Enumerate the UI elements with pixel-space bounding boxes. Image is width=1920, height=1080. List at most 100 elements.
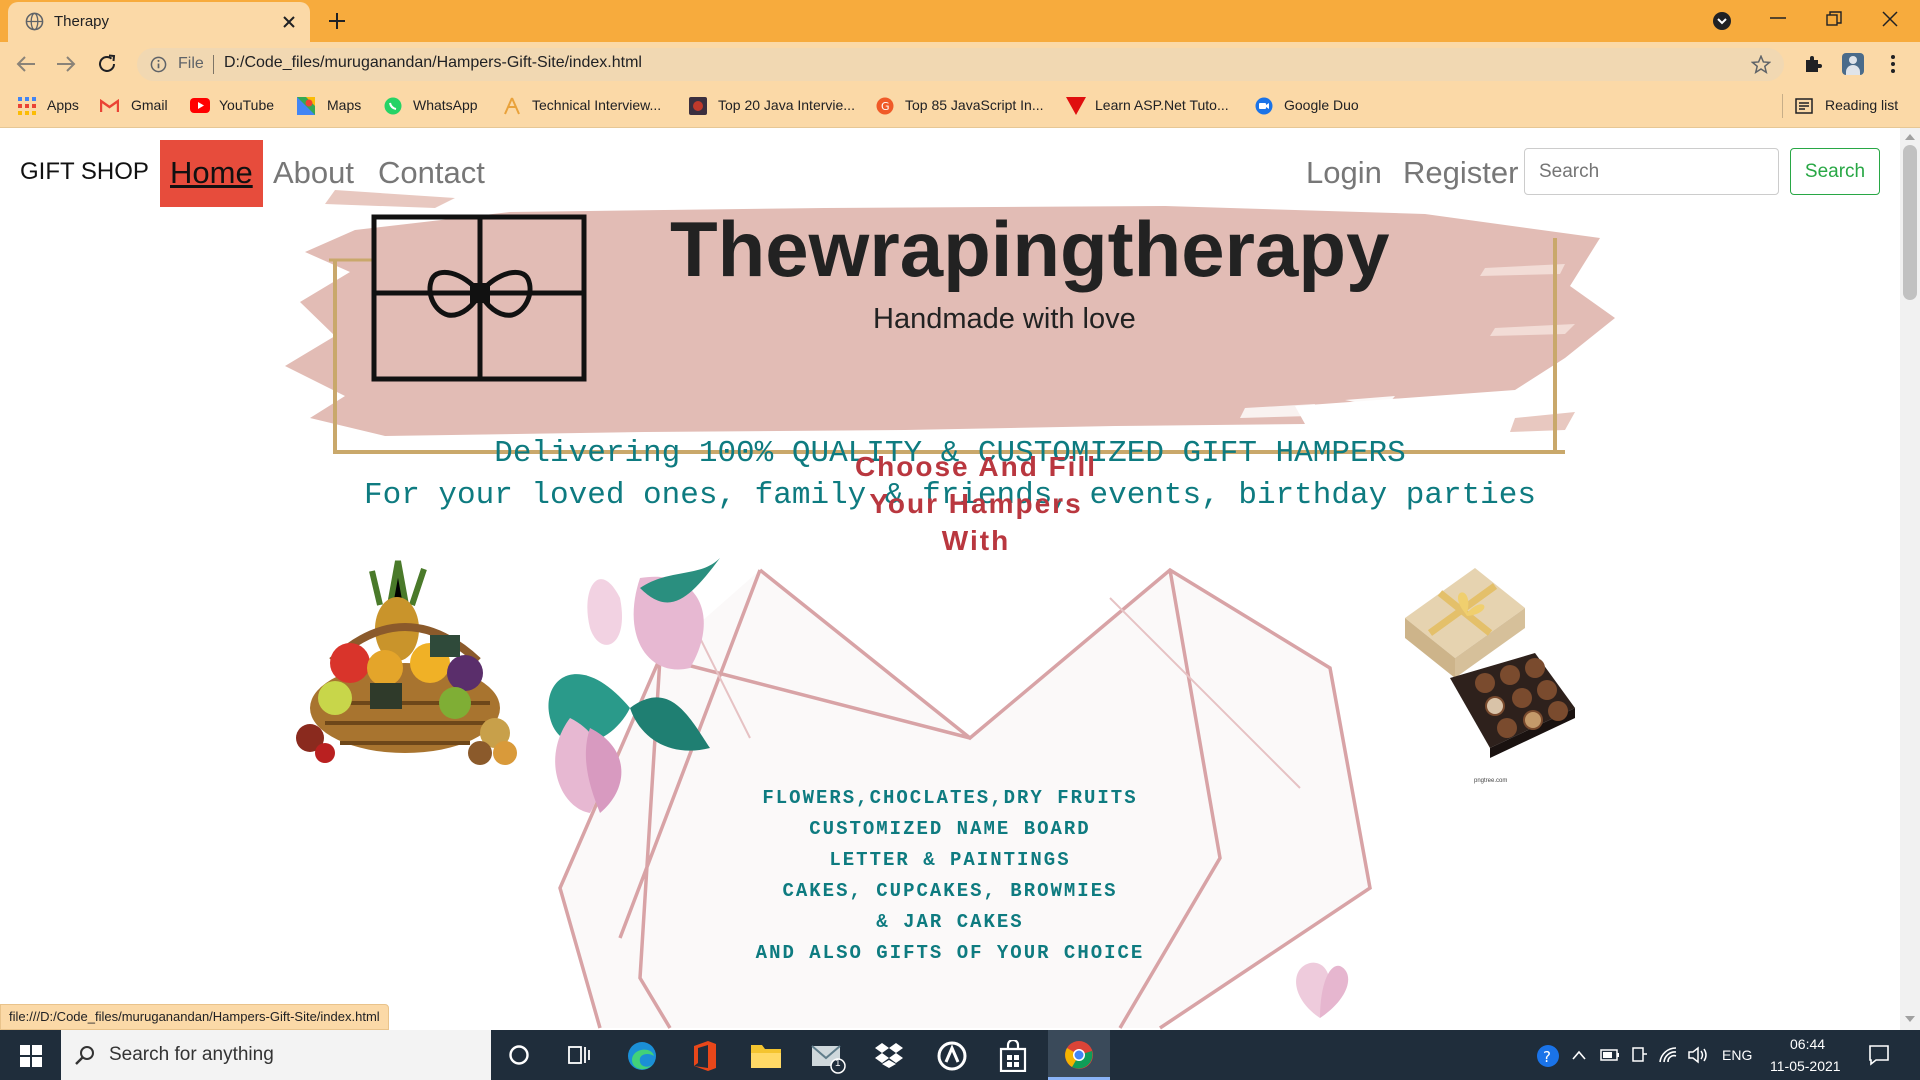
info-icon[interactable] [150,56,167,73]
search-button[interactable]: Search [1790,148,1880,195]
menu-kebab-icon[interactable] [1890,54,1896,74]
bookmark-google-duo[interactable]: Google Duo [1255,94,1375,118]
bookmark-label: Apps [47,97,79,113]
app-circle-icon[interactable] [936,1040,968,1072]
cortana-icon[interactable] [508,1044,530,1066]
back-arrow-icon[interactable] [16,55,36,73]
magnolia-flower-image [548,558,720,813]
bookmark-star-icon[interactable] [1751,55,1771,74]
bookmark-gmail[interactable]: Gmail [100,94,180,118]
chrome-icon [1065,1041,1093,1069]
hamper-items-list: FLOWERS,CHOCLATES,DRY FRUITS CUSTOMIZED … [650,783,1250,969]
hamper-heading-line: With [941,525,1011,556]
fruit-basket-image [296,560,517,765]
hamper-heading-line: Choose And Fill [854,451,1098,482]
volume-icon[interactable] [1688,1046,1710,1064]
scroll-up-arrow-icon[interactable] [1905,133,1915,140]
tab-close-icon[interactable] [282,15,296,29]
office-icon[interactable] [690,1040,718,1072]
bookmark-whatsapp[interactable]: WhatsApp [384,94,494,118]
bookmark-java-interview[interactable]: Top 20 Java Intervie... [689,94,869,118]
bookmark-site-icon [689,97,707,115]
search-button-label: Search [1804,161,1866,182]
store-bag-icon[interactable] [998,1040,1028,1072]
bookmark-label: YouTube [219,97,275,113]
scrollbar-thumb[interactable] [1903,145,1917,300]
address-bar[interactable]: File D:/Code_files/muruganandan/Hampers-… [137,48,1784,81]
page-viewport: Thewrapingtherapy Handmade with love GIF… [0,128,1900,1030]
restore-icon[interactable] [1826,11,1842,27]
list-item: FLOWERS,CHOCLATES,DRY FRUITS [762,787,1138,809]
wifi-icon[interactable] [1658,1046,1678,1064]
nav-about[interactable]: About [273,155,354,191]
tray-chevron-up-icon[interactable] [1572,1050,1586,1060]
window-close-icon[interactable] [1882,11,1898,27]
apps-grid-icon [18,97,36,115]
notifications-icon[interactable] [1868,1044,1890,1066]
bookmark-site-icon: G [876,97,894,115]
url-text[interactable]: D:/Code_files/muruganandan/Hampers-Gift-… [224,54,642,72]
bookmark-label: Top 85 JavaScript In... [905,97,1044,113]
edge-browser-icon[interactable] [626,1040,658,1072]
device-icon[interactable] [1630,1046,1648,1064]
bookmark-learn-aspnet[interactable]: Learn ASP.Net Tuto... [1066,94,1236,118]
google-duo-icon [1255,97,1273,115]
taskbar-search-box[interactable]: Search for anything [61,1030,491,1080]
bookmark-label: Technical Interview... [532,97,662,113]
reload-icon[interactable] [97,54,117,74]
nav-home-active[interactable]: Home [160,140,263,207]
nav-register[interactable]: Register [1403,155,1518,191]
bookmark-label: Learn ASP.Net Tuto... [1095,97,1229,113]
dropbox-icon[interactable] [874,1042,904,1068]
reading-list-button[interactable]: Reading list [1795,94,1907,118]
bookmark-site-icon [1066,97,1086,115]
brand-logo-text[interactable]: GIFT SHOP [20,158,149,186]
new-tab-icon[interactable] [328,12,346,30]
language-indicator[interactable]: ENG [1722,1047,1752,1063]
taskbar-chrome-active[interactable] [1048,1030,1110,1080]
scroll-down-arrow-icon[interactable] [1905,1016,1915,1023]
profile-avatar[interactable] [1842,53,1864,75]
banner-title: Thewrapingtherapy [670,205,1390,293]
bookmark-javascript-interview[interactable]: G Top 85 JavaScript In... [876,94,1056,118]
list-item: CUSTOMIZED NAME BOARD [809,818,1091,840]
hamper-heading: Choose And Fill Your Hampers With [776,448,1176,559]
list-item: CAKES, CUPCAKES, BROWMIES [782,880,1118,902]
tab-search-icon[interactable] [1712,11,1732,31]
bookmark-label: Google Duo [1284,97,1359,113]
maps-icon [297,97,315,115]
mail-badge-count: 1 [835,1058,841,1069]
clock-time[interactable]: 06:44 [1790,1036,1825,1052]
minimize-icon[interactable] [1770,16,1786,20]
bookmark-maps[interactable]: Maps [297,94,377,118]
forward-arrow-icon[interactable] [56,55,76,73]
extensions-puzzle-icon[interactable] [1803,54,1823,74]
file-explorer-icon[interactable] [750,1041,782,1069]
bookmark-youtube[interactable]: YouTube [190,94,290,118]
globe-icon [25,12,44,31]
battery-icon[interactable] [1600,1048,1620,1062]
tab-therapy[interactable]: Therapy [8,2,310,42]
url-scheme-label: File [178,55,204,72]
help-icon[interactable]: ? [1536,1044,1560,1068]
reading-list-icon [1795,98,1813,114]
bookmark-technical-interview[interactable]: Technical Interview... [503,94,673,118]
flower-decoration-image [1296,962,1349,1018]
bookmarks-divider [1782,94,1783,118]
task-view-icon[interactable] [568,1044,590,1066]
nav-home-label: Home [170,155,253,190]
gift-box-logo [371,214,587,382]
list-item: AND ALSO GIFTS OF YOUR CHOICE [755,942,1145,964]
windows-start-icon[interactable] [20,1045,42,1067]
clock-date[interactable]: 11-05-2021 [1770,1058,1841,1074]
whatsapp-icon [384,97,402,115]
nav-contact[interactable]: Contact [378,155,485,191]
svg-text:G: G [881,100,890,113]
hamper-heading-line: Your Hampers [869,488,1083,519]
nav-login[interactable]: Login [1306,155,1382,191]
reading-list-label: Reading list [1825,97,1899,113]
taskbar-search-placeholder: Search for anything [109,1044,274,1065]
bookmark-label: Maps [327,97,362,113]
image-source-caption: pngtree.com [1474,778,1508,784]
search-input[interactable] [1524,148,1779,195]
